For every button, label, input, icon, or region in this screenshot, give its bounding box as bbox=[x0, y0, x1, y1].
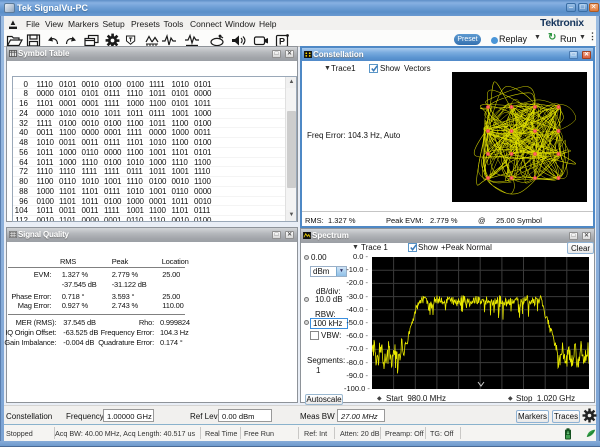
svg-text:P: P bbox=[279, 37, 285, 47]
